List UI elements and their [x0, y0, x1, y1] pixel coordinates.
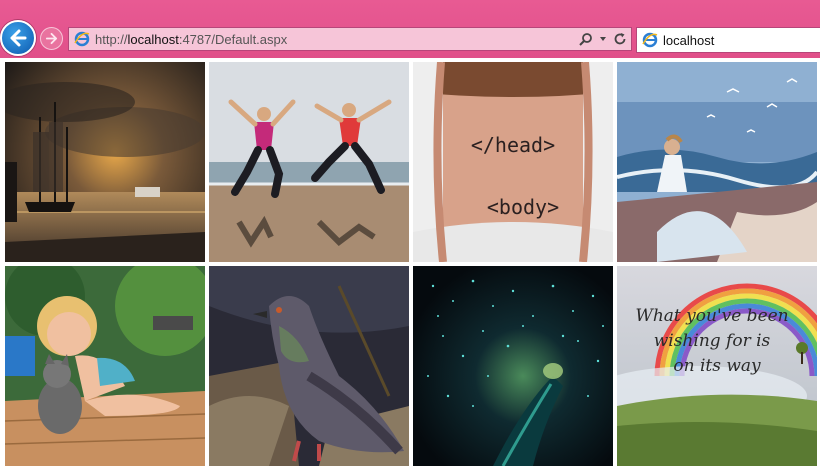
photo-girl-with-kitten[interactable]	[5, 266, 205, 466]
photo-tall-ship-sunset[interactable]	[5, 62, 205, 262]
address-bar[interactable]: http://localhost:4787/Default.aspx	[68, 27, 632, 51]
refresh-icon[interactable]	[613, 32, 627, 46]
quote-line-1: What you've been	[635, 306, 788, 326]
photo-couple-jumping-beach[interactable]	[209, 62, 409, 262]
page-content: </head> <body> What you've been wishing …	[0, 58, 820, 468]
photo-glowworm-cave[interactable]	[413, 266, 613, 466]
quote-line-3: on its way	[673, 356, 761, 376]
ie-page-icon	[74, 31, 90, 47]
photo-neck-tattoo[interactable]: </head> <body>	[413, 62, 613, 262]
search-icon[interactable]	[579, 32, 593, 46]
back-button[interactable]	[0, 20, 36, 56]
ie-tab-icon	[642, 32, 658, 48]
forward-button[interactable]	[40, 27, 63, 50]
quote-line-2: wishing for is	[654, 331, 771, 351]
arrow-left-icon	[10, 29, 27, 47]
browser-toolbar: http://localhost:4787/Default.aspx local…	[0, 0, 820, 58]
photo-pigeon[interactable]	[209, 266, 409, 466]
tattoo-text-head: </head>	[471, 133, 555, 157]
tab-localhost[interactable]: localhost	[636, 27, 820, 53]
photo-woman-painting-sea[interactable]	[617, 62, 817, 262]
tab-title: localhost	[663, 32, 715, 48]
photo-rainbow-quote[interactable]: What you've been wishing for is on its w…	[617, 266, 817, 466]
url-text: http://localhost:4787/Default.aspx	[95, 31, 288, 47]
tattoo-text-body: <body>	[487, 195, 559, 219]
arrow-right-icon	[45, 32, 58, 45]
dropdown-arrow-icon[interactable]	[599, 32, 607, 46]
